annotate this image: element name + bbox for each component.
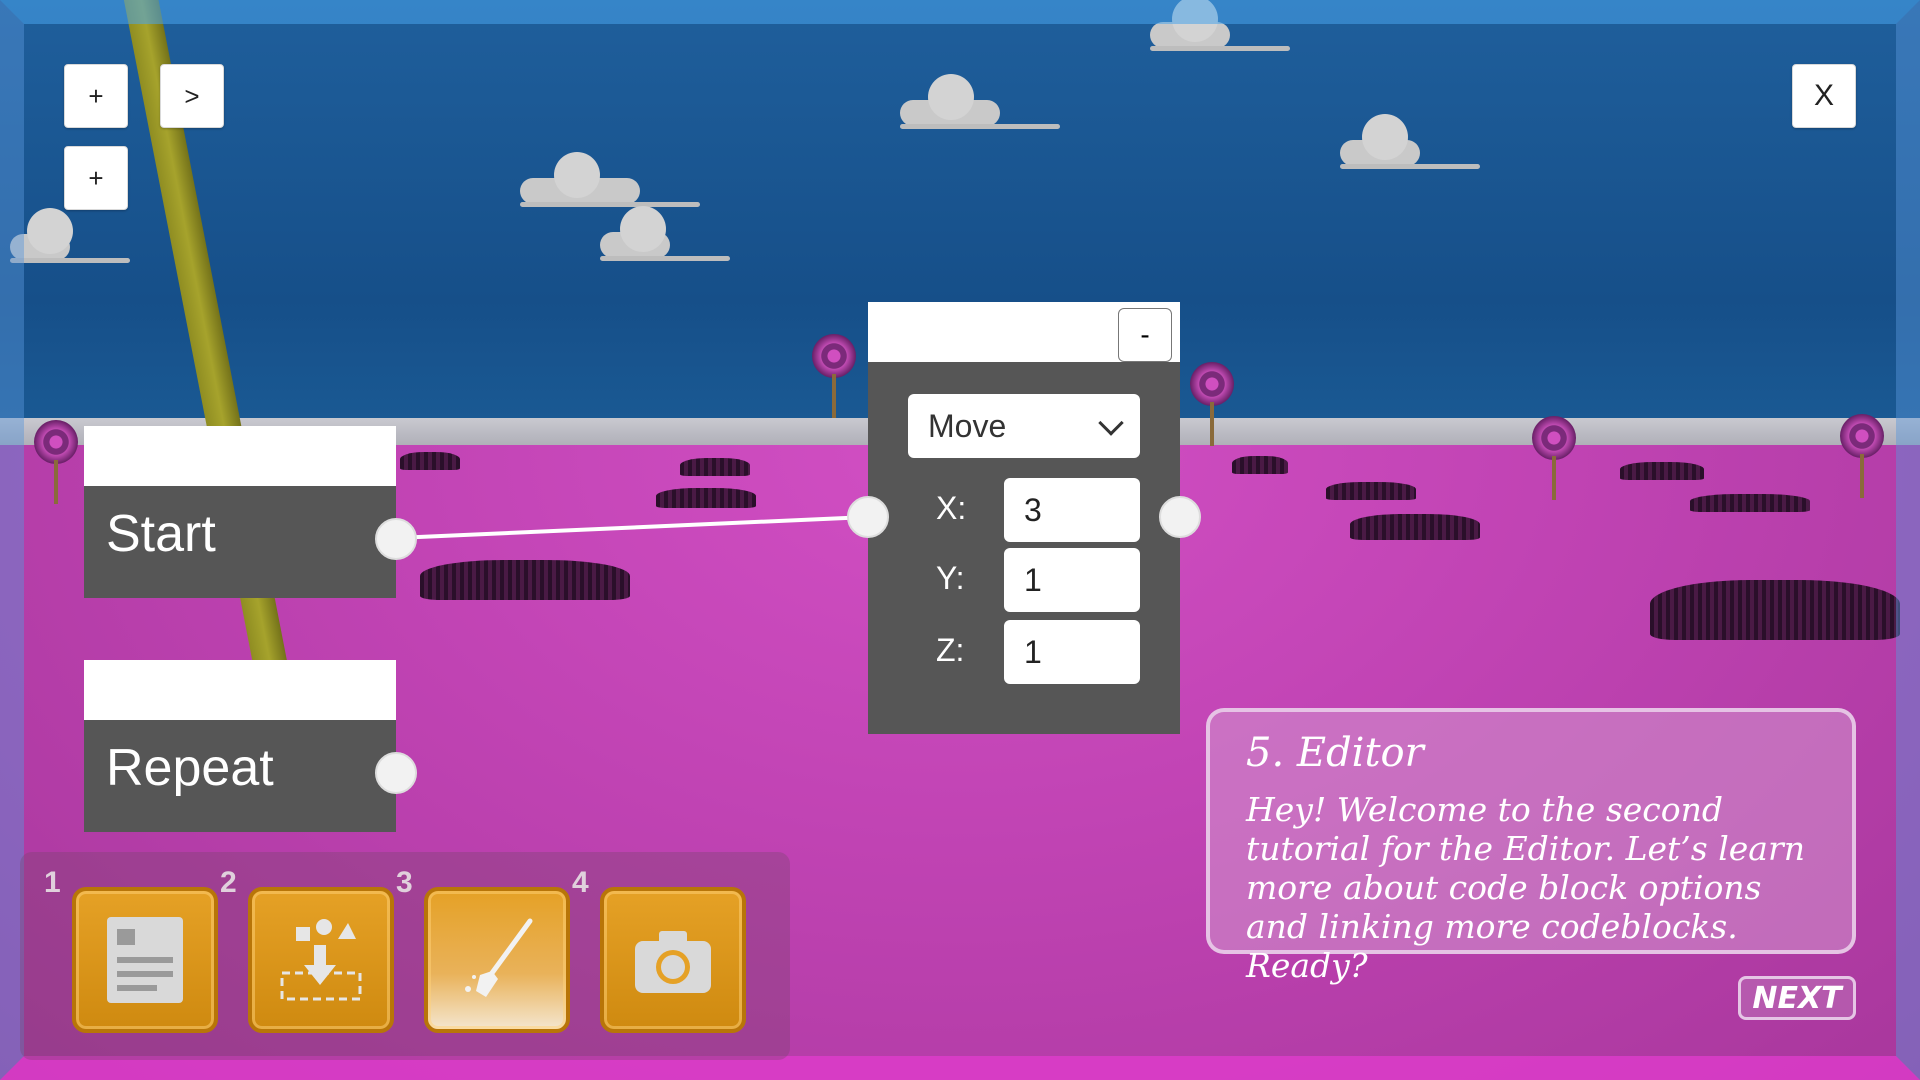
move-input-port[interactable] bbox=[847, 496, 889, 538]
cloud bbox=[520, 152, 700, 207]
z-input[interactable]: 1 bbox=[1004, 620, 1140, 684]
x-input[interactable]: 3 bbox=[1004, 478, 1140, 542]
collapse-block-button[interactable]: - bbox=[1118, 308, 1172, 362]
document-icon bbox=[107, 917, 183, 1003]
tool-slot-number: 1 bbox=[44, 866, 61, 899]
z-label: Z: bbox=[936, 632, 965, 668]
grass-bush bbox=[400, 452, 460, 470]
start-block[interactable]: Start bbox=[84, 426, 396, 598]
grass-bush bbox=[420, 560, 630, 600]
next-button[interactable]: NEXT bbox=[1738, 976, 1856, 1020]
cloud bbox=[10, 208, 130, 263]
close-editor-button[interactable]: X bbox=[1792, 64, 1856, 128]
start-block-label: Start bbox=[106, 505, 216, 563]
add-block-button[interactable]: + bbox=[64, 64, 128, 128]
start-block-header[interactable] bbox=[84, 426, 396, 486]
tool-slot-number: 4 bbox=[572, 866, 589, 899]
y-input[interactable]: 1 bbox=[1004, 548, 1140, 612]
cloud bbox=[600, 206, 730, 261]
grass-bush bbox=[1690, 494, 1810, 512]
cloud bbox=[1340, 114, 1480, 169]
tutorial-panel: 5. Editor Hey! Welcome to the second tut… bbox=[1206, 708, 1856, 985]
cloud bbox=[1150, 0, 1290, 51]
lollipop-tree bbox=[1840, 414, 1884, 498]
add-block-button-2[interactable]: + bbox=[64, 146, 128, 210]
tutorial-title: 5. Editor bbox=[1246, 730, 1424, 776]
action-dropdown[interactable]: Move bbox=[908, 394, 1140, 458]
repeat-block-label: Repeat bbox=[106, 739, 274, 797]
tool-slot-number: 2 bbox=[220, 866, 237, 899]
tutorial-body: Hey! Welcome to the second tutorial for … bbox=[1246, 790, 1806, 985]
camera-icon bbox=[635, 931, 711, 993]
lollipop-tree bbox=[812, 334, 856, 418]
grass-bush bbox=[1350, 514, 1480, 540]
x-label: X: bbox=[936, 490, 967, 526]
repeat-block-header[interactable] bbox=[84, 660, 396, 720]
start-output-port[interactable] bbox=[375, 518, 417, 560]
place-object-tool-button[interactable] bbox=[248, 887, 394, 1033]
paint-brush-icon bbox=[465, 918, 533, 997]
grass-bush bbox=[656, 488, 756, 508]
action-dropdown-value: Move bbox=[928, 407, 1007, 444]
move-block-header[interactable]: - bbox=[868, 302, 1180, 362]
grass-bush bbox=[1326, 482, 1416, 500]
place-object-icon bbox=[280, 919, 362, 1001]
move-output-port[interactable] bbox=[1159, 496, 1201, 538]
grass-bush bbox=[680, 458, 750, 476]
grass-bush bbox=[1232, 456, 1288, 474]
move-block[interactable]: - Move X: 3 Y: 1 Z: 1 bbox=[868, 302, 1180, 734]
document-tool-button[interactable] bbox=[72, 887, 218, 1033]
lollipop-tree bbox=[34, 420, 78, 504]
camera-tool-button[interactable] bbox=[600, 887, 746, 1033]
tool-slot-number: 3 bbox=[396, 866, 413, 899]
cloud bbox=[900, 74, 1060, 129]
lollipop-tree bbox=[1532, 416, 1576, 500]
chevron-down-icon bbox=[1098, 410, 1124, 436]
next-page-button[interactable]: > bbox=[160, 64, 224, 128]
grass-bush bbox=[1620, 462, 1704, 480]
y-label: Y: bbox=[936, 560, 965, 596]
paint-tool-button[interactable] bbox=[424, 887, 570, 1033]
repeat-block[interactable]: Repeat bbox=[84, 660, 396, 832]
grass-bush bbox=[1650, 580, 1900, 640]
repeat-output-port[interactable] bbox=[375, 752, 417, 794]
lollipop-tree bbox=[1190, 362, 1234, 446]
